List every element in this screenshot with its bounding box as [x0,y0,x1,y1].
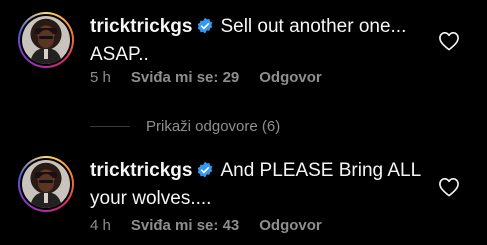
view-replies-label: Prikaži odgovore (6) [146,118,281,135]
avatar[interactable] [18,156,74,212]
likes-count[interactable]: Sviđa mi se: 29 [131,69,239,86]
username[interactable]: tricktrickgs [90,16,192,37]
comment-body: tricktrickgs And PLEASE Bring ALL your wo… [90,158,430,211]
heart-outline-icon[interactable] [438,177,460,197]
verified-badge-icon [196,161,214,186]
timestamp: 5 h [90,69,111,86]
comment-body: tricktrickgs Sell out another one... ASAP… [90,14,430,67]
avatar-image [22,16,70,64]
reply-button[interactable]: Odgovor [259,69,322,86]
verified-badge-icon [196,17,214,42]
heart-outline-icon[interactable] [438,31,460,51]
avatar-image [22,160,70,208]
reply-button[interactable]: Odgovor [259,217,322,234]
comment-meta: 5 h Sviđa mi se: 29 Odgovor [90,69,322,86]
person-silhouette-icon [30,172,62,208]
view-replies-button[interactable]: Prikaži odgovore (6) [90,118,280,135]
timestamp: 4 h [90,217,111,234]
comment-meta: 4 h Sviđa mi se: 43 Odgovor [90,217,322,234]
divider-line [90,126,130,127]
likes-count[interactable]: Sviđa mi se: 43 [131,217,239,234]
username[interactable]: tricktrickgs [90,160,192,181]
avatar[interactable] [18,12,74,68]
person-silhouette-icon [30,28,62,64]
